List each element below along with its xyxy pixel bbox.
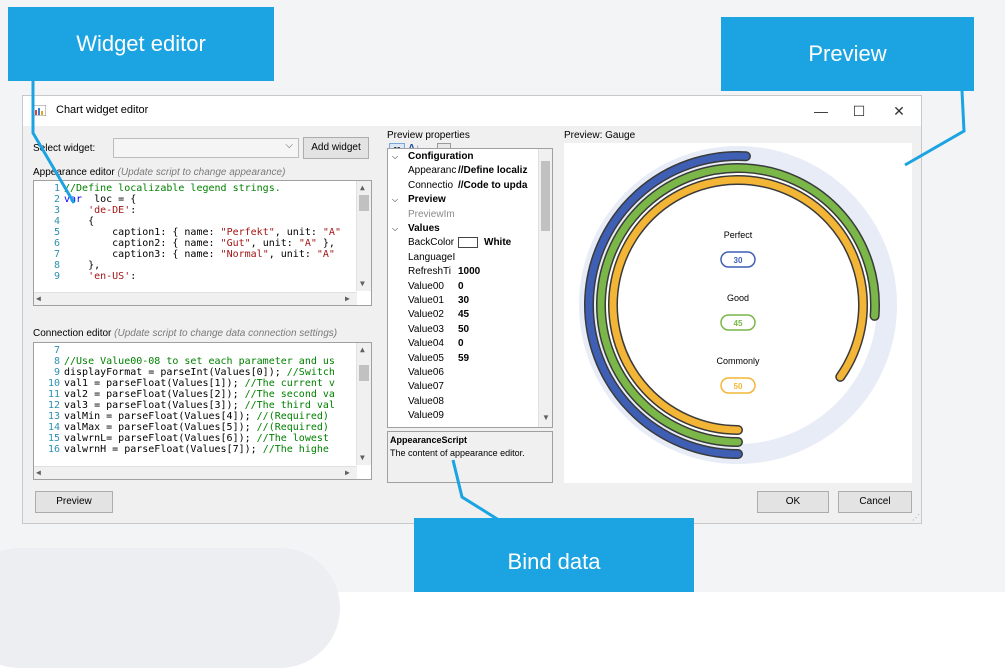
widget-editor-callout: Widget editor (8, 7, 274, 81)
bind-data-callout: Bind data (414, 518, 694, 592)
preview-callout: Preview (721, 17, 974, 91)
bind-data-connector (451, 459, 503, 524)
widget-editor-connector (31, 80, 76, 204)
preview-connector (904, 90, 966, 167)
